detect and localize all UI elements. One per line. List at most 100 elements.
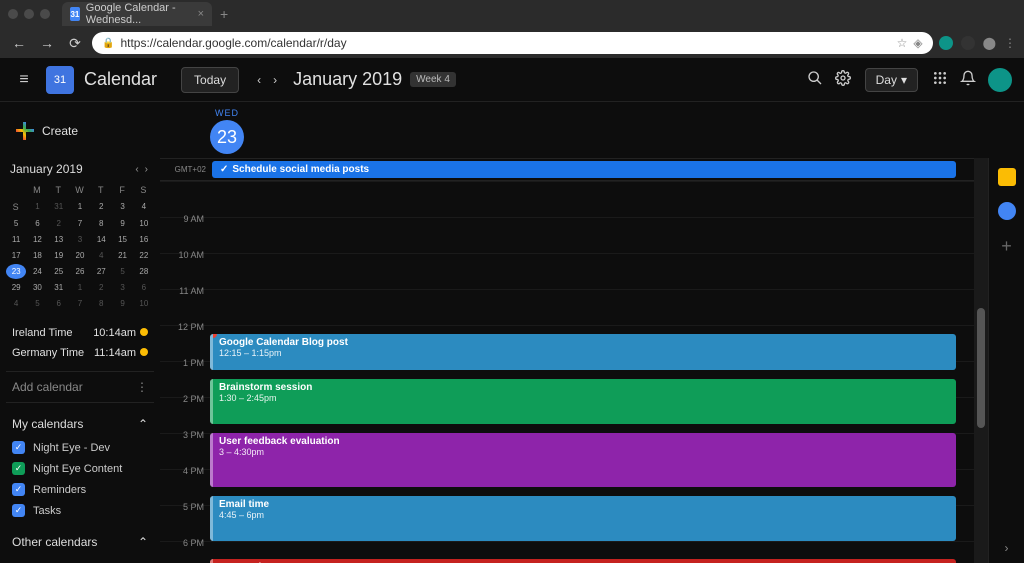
mini-cal-day[interactable]: 30 xyxy=(27,280,47,295)
mini-cal-day[interactable]: 7 xyxy=(70,296,90,311)
mini-cal-day[interactable]: 21 xyxy=(112,248,132,263)
reload-button[interactable]: ⟳ xyxy=(64,35,86,52)
checkbox-icon[interactable]: ✓ xyxy=(12,462,25,475)
more-icon[interactable]: ⋮ xyxy=(136,380,148,394)
day-header[interactable]: WED 23 xyxy=(210,108,244,154)
checkbox-icon[interactable]: ✓ xyxy=(12,504,25,517)
star-icon[interactable]: ☆ xyxy=(897,36,908,50)
mini-cal-day[interactable]: 10 xyxy=(134,296,154,311)
mini-cal-day[interactable]: 2 xyxy=(91,199,111,215)
new-tab-button[interactable]: + xyxy=(220,6,228,22)
site-icon[interactable]: ◈ xyxy=(913,36,922,50)
mini-cal-day[interactable]: 12 xyxy=(27,232,47,247)
url-field[interactable]: 🔒 https://calendar.google.com/calendar/r… xyxy=(92,32,933,54)
calendar-event[interactable]: VC Meeting6:30 – 7:30pm xyxy=(210,559,956,563)
calendar-item[interactable]: ✓Night Eye - Dev xyxy=(6,437,154,458)
calendar-event[interactable]: User feedback evaluation3 – 4:30pm xyxy=(210,433,956,487)
mini-cal-day[interactable]: 26 xyxy=(70,264,90,279)
scrollbar-thumb[interactable] xyxy=(977,308,985,428)
mini-cal-day[interactable]: 3 xyxy=(112,280,132,295)
calendar-event[interactable]: Google Calendar Blog post12:15 – 1:15pm xyxy=(210,334,956,370)
window-maximize-icon[interactable] xyxy=(40,9,50,19)
mini-cal-day[interactable]: 14 xyxy=(91,232,111,247)
mini-cal-day[interactable]: 31 xyxy=(49,199,69,215)
mini-cal-next[interactable]: › xyxy=(143,164,150,175)
back-button[interactable]: ← xyxy=(8,35,30,51)
mini-cal-day[interactable]: 2 xyxy=(91,280,111,295)
mini-cal-day[interactable]: 27 xyxy=(91,264,111,279)
next-period-button[interactable]: › xyxy=(267,73,283,87)
mini-cal-day[interactable]: 28 xyxy=(134,264,154,279)
my-calendars-header[interactable]: My calendars ⌃ xyxy=(6,411,154,437)
mini-cal-day[interactable]: 6 xyxy=(27,216,47,231)
profile-icon[interactable]: ⬤ xyxy=(983,36,996,50)
mini-cal-prev[interactable]: ‹ xyxy=(133,164,140,175)
mini-cal-day[interactable]: 25 xyxy=(49,264,69,279)
create-button[interactable]: Create xyxy=(6,114,154,148)
calendar-item[interactable]: ✓Tasks xyxy=(6,500,154,521)
mini-cal-day[interactable]: 17 xyxy=(6,248,26,263)
mini-cal-day[interactable]: 18 xyxy=(27,248,47,263)
window-close-icon[interactable] xyxy=(8,9,18,19)
mini-cal-day[interactable]: 4 xyxy=(6,296,26,311)
footer-links[interactable]: Terms – Privacy xyxy=(6,555,154,563)
search-button[interactable] xyxy=(801,70,829,89)
mini-calendar: MTWTFSS131123456278910111213314151617181… xyxy=(6,182,154,311)
apps-button[interactable] xyxy=(926,70,954,89)
checkbox-icon[interactable]: ✓ xyxy=(12,483,25,496)
window-minimize-icon[interactable] xyxy=(24,9,34,19)
mini-cal-day[interactable]: 23 xyxy=(6,264,26,279)
mini-cal-day[interactable]: 5 xyxy=(6,216,26,231)
mini-cal-day[interactable]: 1 xyxy=(70,199,90,215)
calendar-event[interactable]: Email time4:45 – 6pm xyxy=(210,496,956,541)
mini-cal-day[interactable]: 7 xyxy=(70,216,90,231)
mini-cal-day[interactable]: 15 xyxy=(112,232,132,247)
moon-icon xyxy=(140,328,148,336)
mini-cal-day[interactable]: 10 xyxy=(134,216,154,231)
today-button[interactable]: Today xyxy=(181,67,239,93)
add-calendar-button[interactable]: Add calendar ⋮ xyxy=(6,371,154,403)
mini-cal-day[interactable]: 11 xyxy=(6,232,26,247)
notifications-button[interactable] xyxy=(954,70,982,89)
mini-cal-day[interactable]: 16 xyxy=(134,232,154,247)
mini-cal-day[interactable]: 24 xyxy=(27,264,47,279)
mini-cal-day[interactable]: 19 xyxy=(49,248,69,263)
calendar-item[interactable]: ✓Reminders xyxy=(6,479,154,500)
add-addon-button[interactable]: + xyxy=(1001,236,1012,257)
tasks-icon[interactable] xyxy=(998,202,1016,220)
mini-cal-day[interactable]: 9 xyxy=(112,216,132,231)
other-calendars-header[interactable]: Other calendars ⌃ xyxy=(6,529,154,555)
mini-cal-day[interactable]: 31 xyxy=(49,280,69,295)
mini-cal-day[interactable]: 22 xyxy=(134,248,154,263)
mini-cal-day[interactable]: 3 xyxy=(112,199,132,215)
hour-label: 3 PM xyxy=(160,428,210,463)
mini-cal-day[interactable]: 20 xyxy=(70,248,90,263)
close-tab-icon[interactable]: × xyxy=(198,8,204,20)
prev-period-button[interactable]: ‹ xyxy=(251,73,267,87)
mini-cal-day[interactable]: 13 xyxy=(49,232,69,247)
main-menu-button[interactable]: ≡ xyxy=(12,71,36,89)
hide-panel-button[interactable]: › xyxy=(1005,541,1009,555)
mini-cal-day[interactable]: 8 xyxy=(91,216,111,231)
mini-cal-day[interactable]: 6 xyxy=(49,296,69,311)
keep-icon[interactable] xyxy=(998,168,1016,186)
checkbox-icon[interactable]: ✓ xyxy=(12,441,25,454)
extension-icon[interactable] xyxy=(961,36,975,50)
account-avatar[interactable] xyxy=(988,68,1012,92)
mini-cal-day[interactable]: 1 xyxy=(70,280,90,295)
calendar-item[interactable]: ✓Night Eye Content xyxy=(6,458,154,479)
browser-menu-icon[interactable]: ⋮ xyxy=(1004,36,1016,50)
extension-icon[interactable] xyxy=(939,36,953,50)
browser-tab[interactable]: 31 Google Calendar - Wednesd... × xyxy=(62,2,212,26)
settings-button[interactable] xyxy=(829,70,857,89)
mini-cal-day[interactable]: 9 xyxy=(112,296,132,311)
mini-cal-day[interactable]: 29 xyxy=(6,280,26,295)
mini-cal-day[interactable]: 4 xyxy=(134,199,154,215)
vertical-scrollbar[interactable] xyxy=(974,158,988,563)
mini-cal-day[interactable]: 8 xyxy=(91,296,111,311)
forward-button[interactable]: → xyxy=(36,35,58,51)
allday-event[interactable]: ✓ Schedule social media posts xyxy=(212,161,956,178)
calendar-event[interactable]: Brainstorm session1:30 – 2:45pm xyxy=(210,379,956,424)
view-selector[interactable]: Day ▾ xyxy=(865,68,918,92)
mini-cal-day[interactable]: 5 xyxy=(27,296,47,311)
